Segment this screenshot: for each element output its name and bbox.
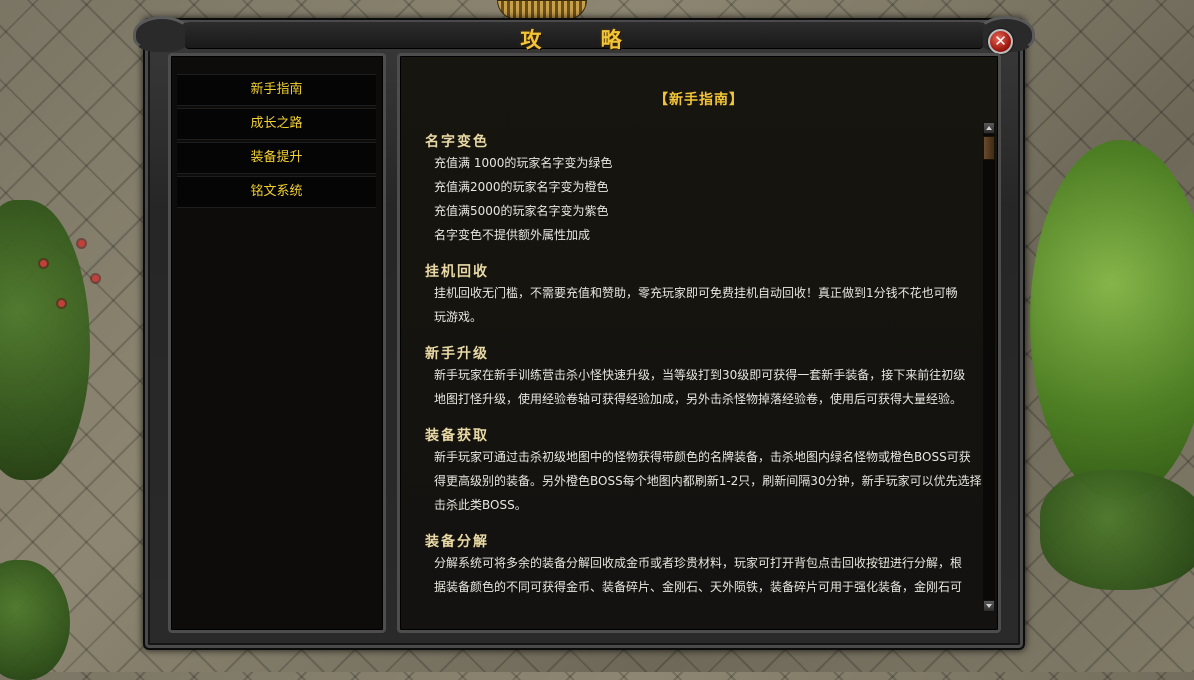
section-line: 充值满 1000的玩家名字变为绿色 bbox=[434, 156, 613, 170]
nav-item-newbie-guide[interactable]: 新手指南 bbox=[177, 74, 376, 106]
section-heading-equipment-dismantle: 装备分解 bbox=[425, 534, 489, 550]
section-heading-name-color: 名字变色 bbox=[425, 134, 489, 150]
scroll-thumb[interactable] bbox=[983, 136, 995, 160]
flower bbox=[58, 300, 65, 307]
section-line: 分解系统可将多余的装备分解回收成金币或者珍贵材料，玩家可打开背包点击回收按钮进行… bbox=[434, 556, 963, 570]
section-line: 玩游戏。 bbox=[434, 310, 483, 324]
guide-content-panel: 【新手指南】 名字变色 充值满 1000的玩家名字变为绿色 充值满2000的玩家… bbox=[397, 53, 1001, 633]
nav-item-equipment-upgrade[interactable]: 装备提升 bbox=[177, 142, 376, 174]
section-line: 新手玩家可通过击杀初级地图中的怪物获得带颜色的名牌装备，击杀地图内绿名怪物或橙色… bbox=[434, 450, 971, 464]
grass-patch-right bbox=[1040, 470, 1194, 590]
guide-window: 攻 略 ✕ 新手指南 成长之路 装备提升 铭文系统 【新手指南】 名字变色 充值… bbox=[133, 16, 1035, 650]
scroll-up-arrow-icon[interactable] bbox=[983, 122, 995, 134]
section-line: 击杀此类BOSS。 bbox=[434, 498, 527, 512]
window-corner-ornament bbox=[133, 16, 191, 52]
window-title: 攻 略 bbox=[520, 28, 648, 52]
section-line: 地图打怪升级，使用经验卷轴可获得经验加成，另外击杀怪物掉落经验卷，使用后可获得大… bbox=[434, 392, 963, 406]
scroll-down-arrow-icon[interactable] bbox=[983, 600, 995, 612]
tree-right bbox=[1030, 140, 1194, 500]
nav-item-inscription-system[interactable]: 铭文系统 bbox=[177, 176, 376, 208]
title-bar[interactable]: 攻 略 bbox=[185, 22, 983, 52]
flower bbox=[40, 260, 47, 267]
section-line: 充值满5000的玩家名字变为紫色 bbox=[434, 204, 609, 218]
section-line: 据装备颜色的不同可获得金币、装备碎片、金刚石、天外陨铁，装备碎片可用于强化装备，… bbox=[434, 580, 963, 594]
section-line: 充值满2000的玩家名字变为橙色 bbox=[434, 180, 609, 194]
grass-patch-left bbox=[0, 200, 90, 480]
section-heading-equipment-acquire: 装备获取 bbox=[425, 428, 489, 444]
section-line: 得更高级别的装备。另外橙色BOSS每个地图内都刷新1-2只，刷新间隔30分钟，新… bbox=[434, 474, 982, 488]
section-heading-idle-recycle: 挂机回收 bbox=[425, 264, 489, 280]
section-line: 新手玩家在新手训练营击杀小怪快速升级，当等级打到30级即可获得一套新手装备，接下… bbox=[434, 368, 966, 382]
section-line: 名字变色不提供额外属性加成 bbox=[434, 228, 591, 242]
section-heading-newbie-leveling: 新手升级 bbox=[425, 346, 489, 362]
close-icon[interactable]: ✕ bbox=[988, 29, 1013, 54]
nav-item-growth-path[interactable]: 成长之路 bbox=[177, 108, 376, 140]
content-scrollbar[interactable] bbox=[983, 122, 995, 612]
flower bbox=[78, 240, 85, 247]
guide-nav-panel: 新手指南 成长之路 装备提升 铭文系统 bbox=[168, 53, 386, 633]
section-line: 挂机回收无门槛，不需要充值和赞助，零充玩家即可免费挂机自动回收！真正做到1分钱不… bbox=[434, 286, 958, 300]
flower bbox=[92, 275, 99, 282]
golden-ornament bbox=[497, 0, 587, 20]
grass-patch-bottom-left bbox=[0, 560, 70, 680]
content-title: 【新手指南】 bbox=[654, 92, 744, 108]
